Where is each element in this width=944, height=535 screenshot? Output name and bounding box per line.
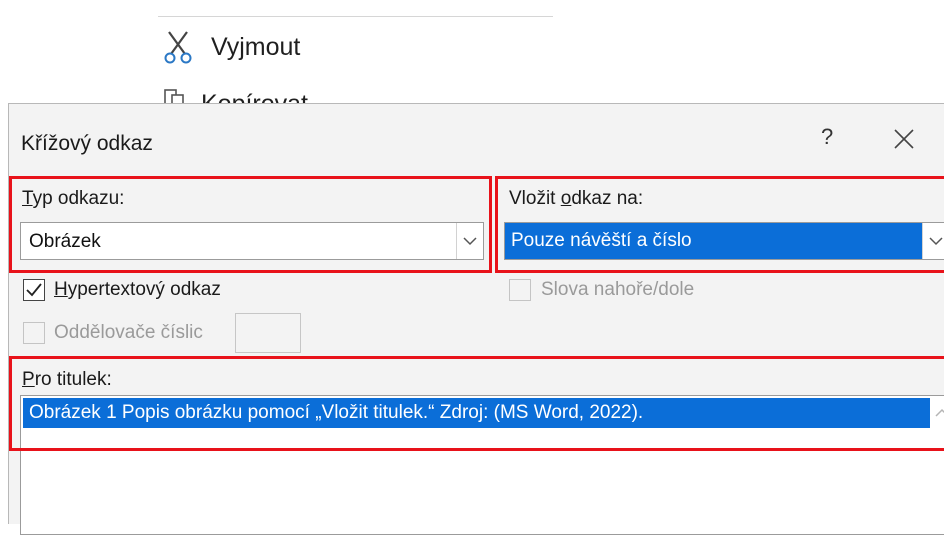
hyperlink-label: Hypertextový odkaz [54,279,221,300]
close-icon [894,129,914,149]
annotation-box-insert-reference [495,176,944,273]
scissors-icon [164,31,192,64]
number-separators-input[interactable] [235,313,301,353]
number-separators-checkbox[interactable] [23,322,45,344]
hyperlink-checkbox[interactable] [23,279,45,301]
help-button[interactable]: ? [821,124,833,150]
cross-reference-dialog: Křížový odkaz ? Typ odkazu: Obrázek Vlož… [8,103,944,535]
above-below-checkbox[interactable] [509,279,531,301]
menu-item-cut[interactable]: Vyjmout [163,28,300,66]
above-below-label: Slova nahoře/dole [541,279,695,300]
dialog-title: Křížový odkaz [21,132,153,155]
checkmark-icon [26,283,42,297]
context-menu-separator [158,16,553,17]
annotation-box-for-caption [9,356,944,451]
menu-item-cut-label: Vyjmout [211,32,301,61]
number-separators-label: Oddělovače číslic [54,322,203,343]
close-button[interactable] [889,124,919,154]
annotation-box-reference-type [9,176,492,273]
